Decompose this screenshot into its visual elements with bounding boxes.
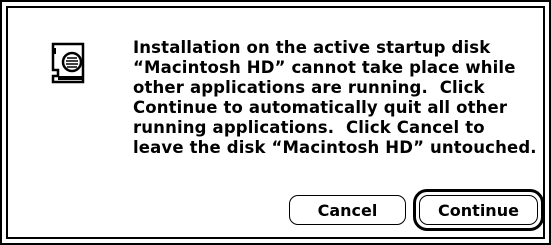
continue-button[interactable]: Continue	[419, 195, 538, 225]
cancel-button-label: Cancel	[317, 200, 378, 220]
continue-button-label: Continue	[438, 200, 519, 220]
cancel-button[interactable]: Cancel	[289, 195, 406, 225]
alert-message: Installation on the active startup disk …	[133, 38, 537, 157]
alert-dialog: Installation on the active startup disk …	[0, 0, 551, 245]
caution-speech-document-icon	[50, 42, 90, 84]
